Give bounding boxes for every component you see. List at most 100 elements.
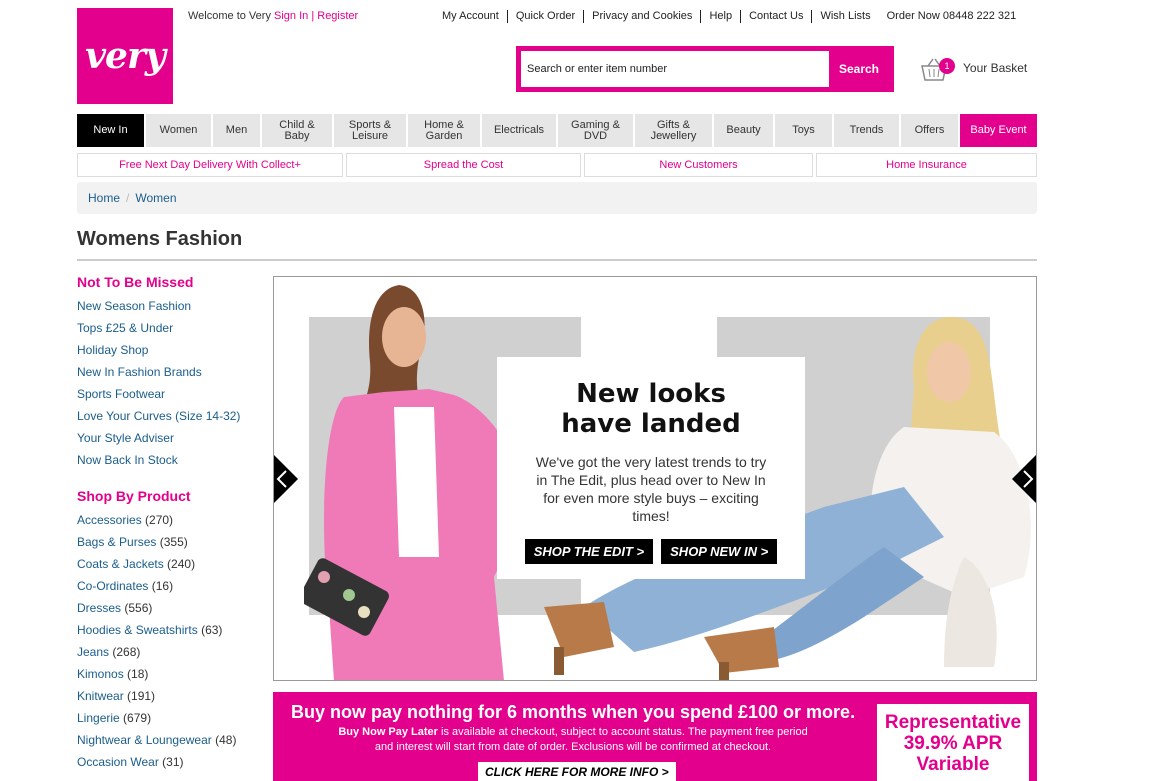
toplink-wish-lists[interactable]: Wish Lists xyxy=(812,10,878,23)
welcome-sep: | xyxy=(311,10,315,22)
sidebar-category-item[interactable]: Lingerie (679) xyxy=(77,710,267,732)
category-count: (63) xyxy=(201,623,223,637)
sidebar-category-item[interactable]: Coats & Jackets (240) xyxy=(77,556,267,578)
sidebar-link[interactable]: Now Back In Stock xyxy=(77,452,267,474)
sidebar-link[interactable]: New Season Fashion xyxy=(77,298,267,320)
category-name[interactable]: Lingerie xyxy=(77,711,120,725)
sidebar-list-not-to-be-missed: New Season Fashion Tops £25 & Under Holida… xyxy=(77,298,267,474)
sidebar-category-item[interactable]: Jeans (268) xyxy=(77,644,267,666)
breadcrumb-home[interactable]: Home xyxy=(88,191,120,205)
toplink-my-account[interactable]: My Account xyxy=(434,10,508,23)
nav-item-sports-leisure[interactable]: Sports & Leisure xyxy=(334,114,406,147)
more-info-button[interactable]: CLICK HERE FOR MORE INFO > xyxy=(478,762,676,781)
category-name[interactable]: Kimonos xyxy=(77,667,124,681)
top-links: My Account Quick Order Privacy and Cookies… xyxy=(434,10,1016,23)
sidebar-category-item[interactable]: Hoodies & Sweatshirts (63) xyxy=(77,622,267,644)
category-name[interactable]: Dresses xyxy=(77,601,121,615)
sidebar-category-item[interactable]: Knitwear (191) xyxy=(77,688,267,710)
breadcrumb: Home / Women xyxy=(77,182,1037,214)
apr-box: Representative 39.9% APR Variable xyxy=(877,704,1029,781)
hero-banner[interactable]: New looks have landed We've got the very… xyxy=(273,276,1037,681)
category-count: (191) xyxy=(127,689,156,703)
finance-body-line2: and interest will start from date of ord… xyxy=(374,741,772,753)
hero-headline-line2: have landed xyxy=(561,409,741,439)
category-name[interactable]: Occasion Wear xyxy=(77,755,159,769)
toplink-quick-order[interactable]: Quick Order xyxy=(508,10,585,23)
category-name[interactable]: Jeans xyxy=(77,645,109,659)
category-name[interactable]: Knitwear xyxy=(77,689,124,703)
nav-item-new-in[interactable]: New In xyxy=(77,114,144,147)
nav-item-electricals[interactable]: Electricals xyxy=(482,114,556,147)
nav-item-women[interactable]: Women xyxy=(146,114,211,147)
search-input[interactable] xyxy=(521,51,829,87)
page-title: Womens Fashion xyxy=(77,228,243,250)
very-logo[interactable]: very xyxy=(77,8,173,104)
promo-link-new-customers[interactable]: New Customers xyxy=(584,153,813,177)
breadcrumb-current[interactable]: Women xyxy=(135,191,176,205)
category-name[interactable]: Bags & Purses xyxy=(77,535,156,549)
nav-item-gifts-jewellery[interactable]: Gifts & Jewellery xyxy=(635,114,712,147)
nav-item-trends[interactable]: Trends xyxy=(834,114,899,147)
category-count: (270) xyxy=(145,513,174,527)
shop-the-edit-button[interactable]: SHOP THE EDIT > xyxy=(524,539,654,564)
category-count: (240) xyxy=(167,557,196,571)
category-name[interactable]: Coats & Jackets xyxy=(77,557,164,571)
hero-prev-arrow-icon[interactable] xyxy=(274,455,298,503)
sidebar-category-item[interactable]: Co-Ordinates (16) xyxy=(77,578,267,600)
toplink-contact-us[interactable]: Contact Us xyxy=(741,10,813,23)
nav-item-gaming-dvd[interactable]: Gaming & DVD xyxy=(558,114,633,147)
search-button[interactable]: Search xyxy=(829,51,889,87)
welcome-text: Welcome to Very Sign In | Register xyxy=(188,10,358,22)
sidebar-link[interactable]: Love Your Curves (Size 14-32) xyxy=(77,408,267,430)
promo-link-free-next-day-delivery-with-collect-[interactable]: Free Next Day Delivery With Collect+ xyxy=(77,153,343,177)
sidebar-category-item[interactable]: Occasion Wear (31) xyxy=(77,754,267,776)
nav-item-offers[interactable]: Offers xyxy=(901,114,958,147)
breadcrumb-sep: / xyxy=(126,191,130,205)
sidebar-link[interactable]: Tops £25 & Under xyxy=(77,320,267,342)
category-count: (31) xyxy=(162,755,184,769)
finance-banner[interactable]: Buy now pay nothing for 6 months when yo… xyxy=(273,692,1037,781)
apr-line1: Representative xyxy=(884,712,1022,733)
sidebar-link[interactable]: Holiday Shop xyxy=(77,342,267,364)
apr-line2: 39.9% APR xyxy=(903,733,1003,754)
welcome-label: Welcome to Very xyxy=(188,10,271,22)
sidebar-link[interactable]: New In Fashion Brands xyxy=(77,364,267,386)
category-name[interactable]: Nightwear & Loungewear xyxy=(77,733,212,747)
sign-in-link[interactable]: Sign In xyxy=(274,10,308,22)
shop-new-in-button[interactable]: SHOP NEW IN > xyxy=(661,539,778,564)
nav-item-home-garden[interactable]: Home & Garden xyxy=(408,114,480,147)
nav-item-men[interactable]: Men xyxy=(213,114,260,147)
logo-text: very xyxy=(85,35,166,77)
category-name[interactable]: Co-Ordinates xyxy=(77,579,148,593)
sidebar-link[interactable]: Sports Footwear xyxy=(77,386,267,408)
category-name[interactable]: Hoodies & Sweatshirts xyxy=(77,623,198,637)
title-divider xyxy=(77,259,1037,261)
hero-text-panel: New looks have landed We've got the very… xyxy=(497,357,805,579)
basket[interactable]: 1 Your Basket xyxy=(920,56,1040,86)
register-link[interactable]: Register xyxy=(317,10,358,22)
sidebar-link[interactable]: Your Style Adviser xyxy=(77,430,267,452)
nav-item-beauty[interactable]: Beauty xyxy=(714,114,773,147)
sidebar-category-item[interactable]: Accessories (270) xyxy=(77,512,267,534)
sidebar-category-item[interactable]: Kimonos (18) xyxy=(77,666,267,688)
toplink-help[interactable]: Help xyxy=(701,10,742,23)
promo-link-home-insurance[interactable]: Home Insurance xyxy=(816,153,1037,177)
sidebar-section-title: Shop By Product xyxy=(77,488,191,504)
sidebar-category-item[interactable]: Nightwear & Loungewear (48) xyxy=(77,732,267,754)
promo-link-spread-the-cost[interactable]: Spread the Cost xyxy=(346,153,581,177)
apr-line3: Variable xyxy=(916,754,990,775)
toplink-privacy-and-cookies[interactable]: Privacy and Cookies xyxy=(584,10,702,23)
hero-headline-line1: New looks xyxy=(576,379,726,409)
category-count: (16) xyxy=(151,579,174,593)
category-count: (18) xyxy=(127,667,149,681)
nav-item-toys[interactable]: Toys xyxy=(775,114,832,147)
sidebar-category-item[interactable]: Bags & Purses (355) xyxy=(77,534,267,556)
sidebar-category-item[interactable]: Dresses (556) xyxy=(77,600,267,622)
category-count: (268) xyxy=(112,645,141,659)
search-bar: Search xyxy=(516,46,894,92)
category-name[interactable]: Accessories xyxy=(77,513,142,527)
nav-item-child-baby[interactable]: Child & Baby xyxy=(262,114,332,147)
main-nav: New In Women Men Child & Baby Sports & Leisu… xyxy=(77,114,1037,147)
finance-body-line1: is available at checkout, subject to acc… xyxy=(437,726,808,738)
nav-item-baby-event[interactable]: Baby Event xyxy=(960,114,1037,147)
